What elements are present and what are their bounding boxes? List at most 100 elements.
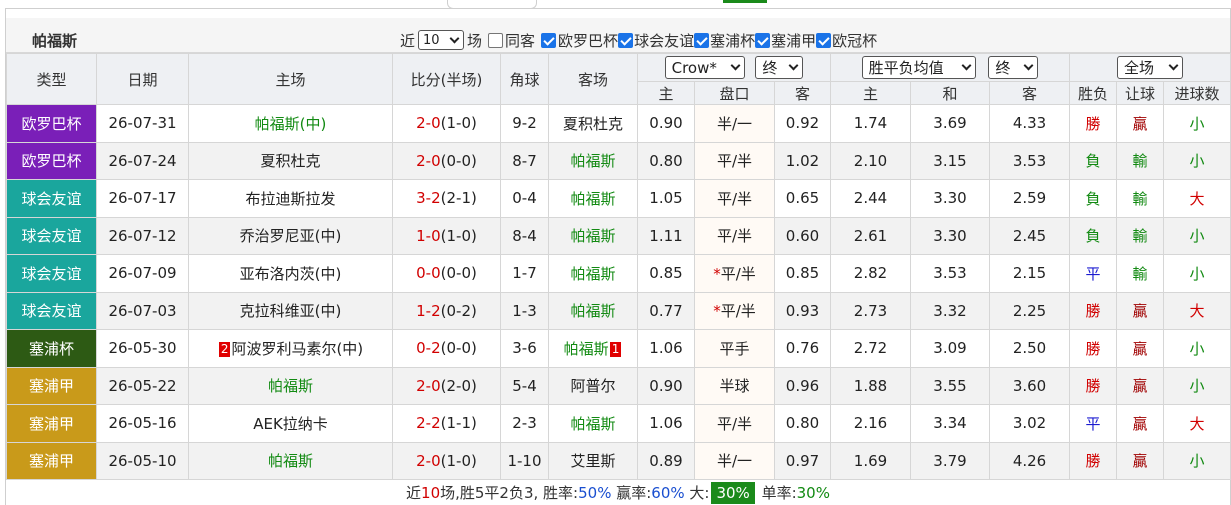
home-team[interactable]: 布拉迪斯拉发 bbox=[245, 190, 335, 208]
away-team[interactable]: 阿普尔 bbox=[570, 377, 615, 395]
competition-checkbox-league[interactable] bbox=[755, 32, 771, 48]
handicap-result: 贏 bbox=[1116, 291, 1165, 330]
handicap-home-odds: 1.11 bbox=[637, 216, 695, 255]
match-type[interactable]: 欧罗巴杯 bbox=[6, 141, 97, 180]
away-team-cell[interactable]: 帕福斯 bbox=[548, 141, 638, 180]
table-row[interactable]: 球会友谊 26-07-03 克拉科维亚(中) 1-2(0-2) 1-3 帕福斯 … bbox=[6, 291, 1231, 330]
home-team-cell[interactable]: 2 阿波罗利马素尔(中) bbox=[188, 329, 393, 368]
home-team-cell[interactable]: AEK拉纳卡 bbox=[188, 404, 393, 443]
away-team[interactable]: 帕福斯 bbox=[570, 415, 615, 433]
away-team-cell[interactable]: 帕福斯 bbox=[548, 404, 638, 443]
score-fulltime[interactable]: 3-2 bbox=[416, 189, 441, 207]
score-cell[interactable]: 0-0(0-0) bbox=[392, 254, 501, 293]
score-cell[interactable]: 2-0(1-0) bbox=[392, 104, 501, 143]
handicap-result: 輸 bbox=[1116, 216, 1165, 255]
match-type[interactable]: 欧罗巴杯 bbox=[6, 104, 97, 143]
away-team[interactable]: 帕福斯 bbox=[570, 190, 615, 208]
home-team[interactable]: AEK拉纳卡 bbox=[253, 415, 328, 433]
col-type: 类型 bbox=[6, 53, 97, 105]
home-team-cell[interactable]: 克拉科维亚(中) bbox=[188, 291, 393, 330]
away-team-cell[interactable]: 帕福斯 bbox=[548, 179, 638, 218]
score-fulltime[interactable]: 1-0 bbox=[416, 227, 441, 245]
home-team-cell[interactable]: 布拉迪斯拉发 bbox=[188, 179, 393, 218]
home-team-cell[interactable]: 亚布洛内茨(中) bbox=[188, 254, 393, 293]
away-team-cell[interactable]: 夏积杜克 bbox=[548, 104, 638, 143]
score-fulltime[interactable]: 0-0 bbox=[416, 264, 441, 282]
score-fulltime[interactable]: 2-0 bbox=[416, 452, 441, 470]
score-cell[interactable]: 1-0(1-0) bbox=[392, 216, 501, 255]
home-team[interactable]: 帕福斯 bbox=[268, 377, 313, 395]
match-type[interactable]: 球会友谊 bbox=[6, 291, 97, 330]
recent-count-select[interactable]: 10 bbox=[418, 30, 465, 50]
away-team[interactable]: 帕福斯 bbox=[570, 265, 615, 283]
away-team[interactable]: 夏积杜克 bbox=[563, 115, 623, 133]
away-team-cell[interactable]: 帕福斯 bbox=[548, 291, 638, 330]
score-cell[interactable]: 1-2(0-2) bbox=[392, 291, 501, 330]
company-select[interactable]: Crow* bbox=[664, 56, 745, 80]
home-team[interactable]: 亚布洛内茨(中) bbox=[240, 265, 342, 283]
score-cell[interactable]: 3-2(2-1) bbox=[392, 179, 501, 218]
match-type[interactable]: 塞浦甲 bbox=[6, 366, 97, 405]
home-team-cell[interactable]: 帕福斯 bbox=[188, 441, 393, 480]
scope-select[interactable]: 全场 bbox=[1117, 56, 1184, 79]
match-type[interactable]: 球会友谊 bbox=[6, 254, 97, 293]
score-fulltime[interactable]: 1-2 bbox=[416, 302, 441, 320]
table-row[interactable]: 球会友谊 26-07-09 亚布洛内茨(中) 0-0(0-0) 1-7 帕福斯 … bbox=[6, 254, 1231, 293]
match-type[interactable]: 塞浦杯 bbox=[6, 329, 97, 368]
away-team[interactable]: 帕福斯 bbox=[570, 152, 615, 170]
home-team[interactable]: 帕福斯 bbox=[268, 452, 313, 470]
score-fulltime[interactable]: 2-2 bbox=[416, 414, 441, 432]
company-select-value: Crow* bbox=[671, 58, 717, 77]
home-team-cell[interactable]: 帕福斯(中) bbox=[188, 104, 393, 143]
handicap-stage-select[interactable]: 终 bbox=[755, 55, 804, 79]
odds-home: 1.74 bbox=[830, 104, 911, 143]
away-team[interactable]: 帕福斯 bbox=[570, 227, 615, 245]
score-fulltime[interactable]: 2-0 bbox=[416, 377, 441, 395]
table-row[interactable]: 球会友谊 26-07-12 乔治罗尼亚(中) 1-0(1-0) 8-4 帕福斯 … bbox=[6, 216, 1231, 255]
home-team[interactable]: 夏积杜克 bbox=[260, 152, 320, 170]
score-fulltime[interactable]: 2-0 bbox=[416, 152, 441, 170]
home-team-cell[interactable]: 乔治罗尼亚(中) bbox=[188, 216, 393, 255]
home-team-cell[interactable]: 帕福斯 bbox=[188, 366, 393, 405]
home-team[interactable]: 阿波罗利马素尔(中) bbox=[231, 340, 363, 358]
away-team-cell[interactable]: 艾里斯 bbox=[548, 441, 638, 480]
table-row[interactable]: 塞浦杯 26-05-30 2 阿波罗利马素尔(中) 0-2(0-0) 3-6 帕福… bbox=[6, 329, 1231, 368]
away-team[interactable]: 帕福斯 bbox=[570, 302, 615, 320]
table-row[interactable]: 球会友谊 26-07-17 布拉迪斯拉发 3-2(2-1) 0-4 帕福斯 1.… bbox=[6, 179, 1231, 218]
score-cell[interactable]: 2-2(1-1) bbox=[392, 404, 501, 443]
away-team-cell[interactable]: 阿普尔 bbox=[548, 366, 638, 405]
score-cell[interactable]: 2-0(1-0) bbox=[392, 441, 501, 480]
away-team-cell[interactable]: 帕福斯 bbox=[548, 216, 638, 255]
odds-stage-select[interactable]: 终 bbox=[988, 56, 1039, 79]
table-row[interactable]: 塞浦甲 26-05-22 帕福斯 2-0(2-0) 5-4 阿普尔 0.90 半… bbox=[6, 366, 1231, 405]
away-team[interactable]: 艾里斯 bbox=[570, 452, 615, 470]
score-fulltime[interactable]: 2-0 bbox=[416, 114, 441, 132]
match-type[interactable]: 球会友谊 bbox=[6, 216, 97, 255]
score-cell[interactable]: 0-2(0-0) bbox=[392, 329, 501, 368]
score-fulltime[interactable]: 0-2 bbox=[416, 339, 441, 357]
away-team-cell[interactable]: 帕福斯 1 bbox=[548, 329, 638, 368]
home-team[interactable]: 克拉科维亚(中) bbox=[240, 302, 342, 320]
away-team[interactable]: 帕福斯 bbox=[564, 340, 609, 358]
handicap-line-cell: 平/半 bbox=[694, 404, 775, 443]
home-team[interactable]: 帕福斯(中) bbox=[255, 115, 327, 133]
table-row[interactable]: 欧罗巴杯 26-07-31 帕福斯(中) 2-0(1-0) 9-2 夏积杜克 0… bbox=[6, 104, 1231, 143]
score-cell[interactable]: 2-0(2-0) bbox=[392, 366, 501, 405]
home-team[interactable]: 乔治罗尼亚(中) bbox=[240, 227, 342, 245]
competition-checkbox-club[interactable] bbox=[618, 32, 634, 48]
same-home-checkbox[interactable] bbox=[488, 32, 504, 48]
score-cell[interactable]: 2-0(0-0) bbox=[392, 141, 501, 180]
table-row[interactable]: 欧罗巴杯 26-07-24 夏积杜克 2-0(0-0) 8-7 帕福斯 0.80… bbox=[6, 141, 1231, 180]
table-row[interactable]: 塞浦甲 26-05-16 AEK拉纳卡 2-2(1-1) 2-3 帕福斯 1.0… bbox=[6, 404, 1231, 443]
home-team-cell[interactable]: 夏积杜克 bbox=[188, 141, 393, 180]
table-row[interactable]: 塞浦甲 26-05-10 帕福斯 2-0(1-0) 1-10 艾里斯 0.89 … bbox=[6, 441, 1231, 480]
match-type[interactable]: 球会友谊 bbox=[6, 179, 97, 218]
competition-checkbox-cup[interactable] bbox=[694, 32, 710, 48]
competition-checkbox-ucl[interactable] bbox=[816, 32, 832, 48]
match-type[interactable]: 塞浦甲 bbox=[6, 441, 97, 480]
odds-type-select[interactable]: 胜平负均值 bbox=[861, 56, 976, 79]
match-type[interactable]: 塞浦甲 bbox=[6, 404, 97, 443]
col-away: 客场 bbox=[548, 53, 638, 105]
away-team-cell[interactable]: 帕福斯 bbox=[548, 254, 638, 293]
competition-checkbox-euro[interactable] bbox=[541, 32, 557, 48]
